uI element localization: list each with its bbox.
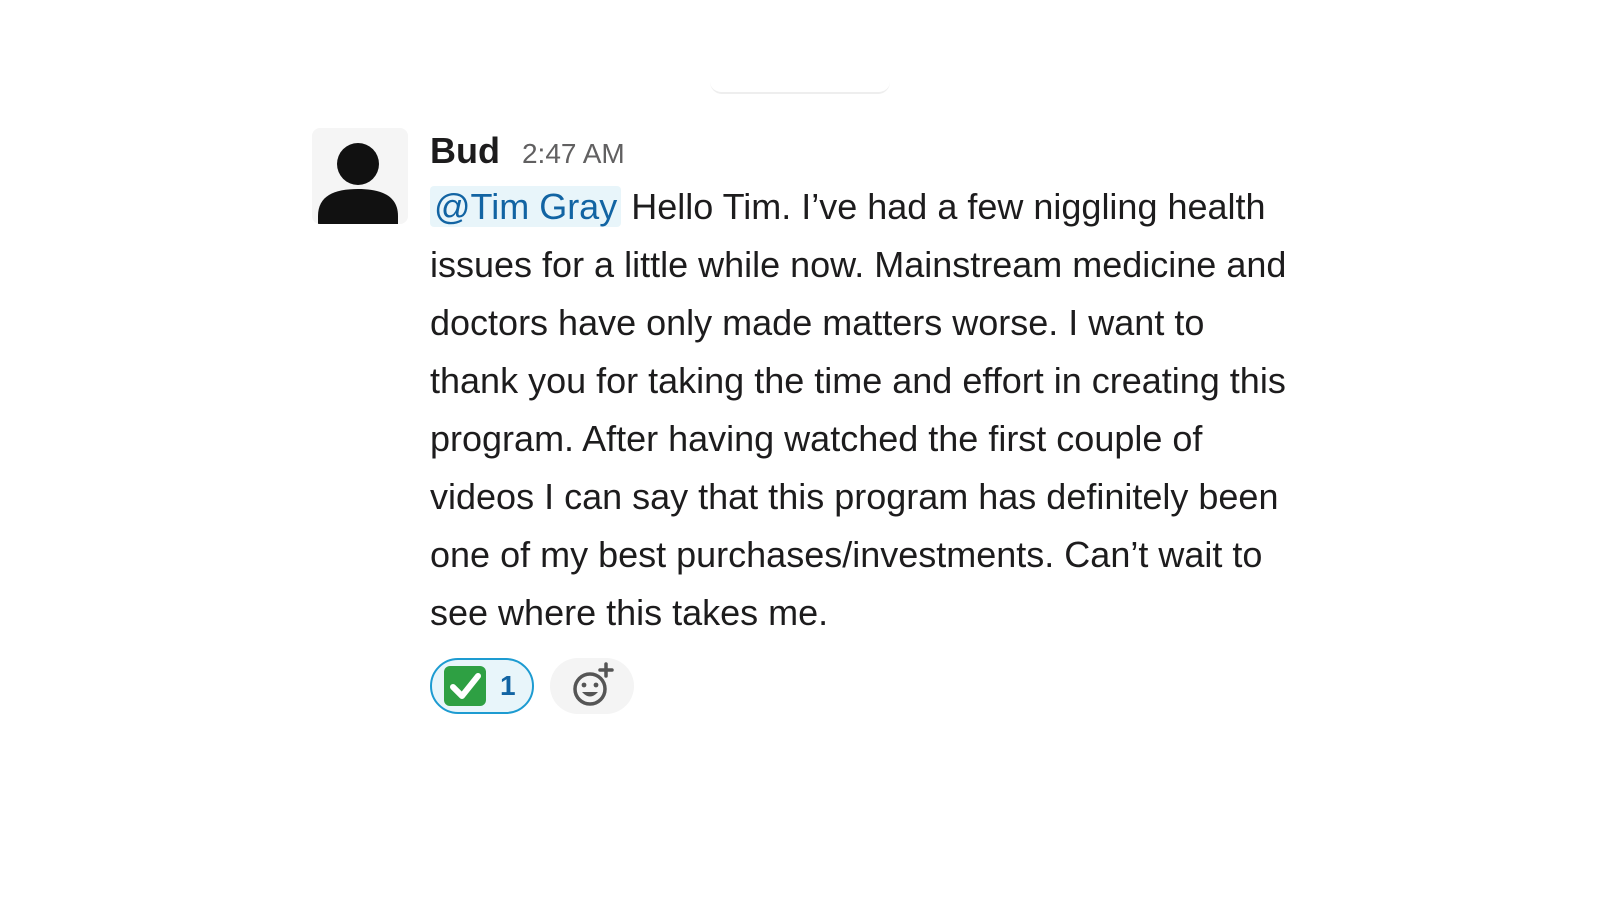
white-check-mark-icon (444, 666, 486, 706)
add-reaction-button[interactable] (549, 658, 634, 714)
reaction-count: 1 (500, 670, 516, 701)
reaction-white-check-mark[interactable]: 1 (430, 658, 534, 714)
message-timestamp[interactable]: 2:47 AM (522, 138, 625, 170)
slack-message-view: Bud 2:47 AM @Tim Gray Hello Tim. I’ve ha… (0, 0, 1600, 900)
message-header: Bud 2:47 AM (430, 130, 1292, 174)
default-user-icon (318, 143, 398, 224)
message-text: Hello Tim. I’ve had a few niggling healt… (430, 186, 1287, 633)
author-name[interactable]: Bud (430, 130, 500, 172)
divider-line (710, 82, 890, 94)
message-body: @Tim Gray Hello Tim. I’ve had a few nigg… (430, 178, 1290, 642)
message-item[interactable]: Bud 2:47 AM @Tim Gray Hello Tim. I’ve ha… (312, 128, 1292, 714)
reactions-bar: 1 (430, 658, 1292, 714)
add-reaction-icon (572, 662, 614, 706)
user-mention[interactable]: @Tim Gray (430, 186, 622, 227)
avatar[interactable] (312, 128, 408, 224)
message-content: Bud 2:47 AM @Tim Gray Hello Tim. I’ve ha… (430, 128, 1292, 714)
